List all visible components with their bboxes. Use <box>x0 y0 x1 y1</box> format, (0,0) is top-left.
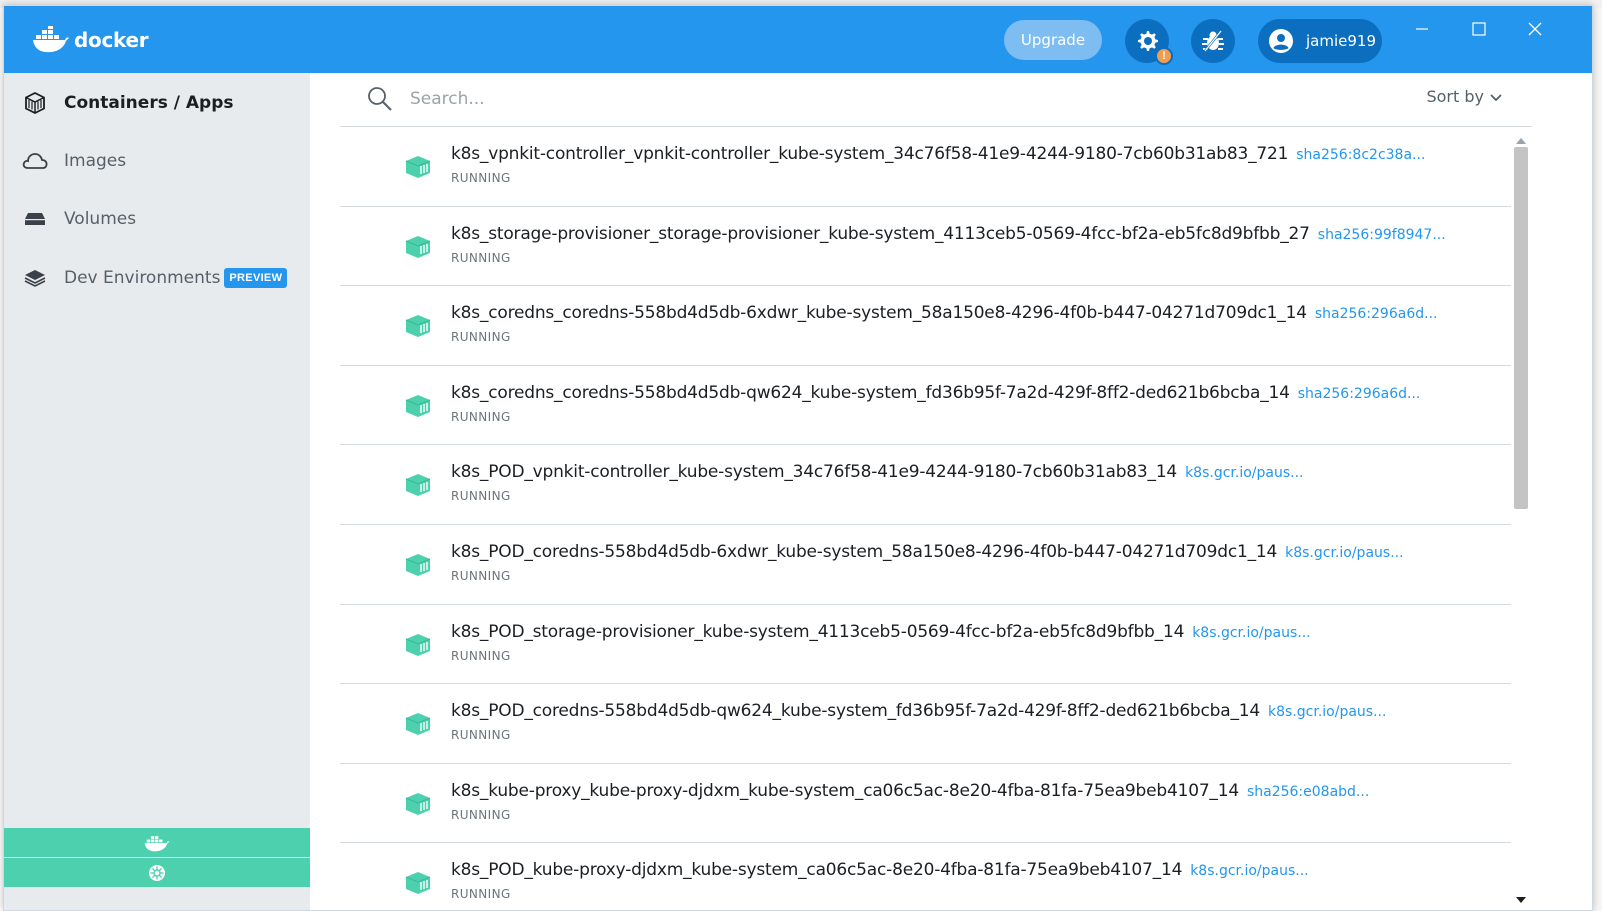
table-row[interactable]: k8s_coredns_coredns-558bd4d5db-6xdwr_kub… <box>340 286 1511 366</box>
container-name[interactable]: k8s_coredns_coredns-558bd4d5db-6xdwr_kub… <box>451 303 1307 323</box>
docker-desktop-window: docker Upgrade ! jamie919 Containers / A… <box>3 5 1593 911</box>
table-row[interactable]: k8s_POD_vpnkit-controller_kube-system_34… <box>340 445 1511 525</box>
container-name[interactable]: k8s_storage-provisioner_storage-provisio… <box>451 224 1310 244</box>
docker-logo[interactable]: docker <box>32 24 149 56</box>
container-status: RUNNING <box>451 648 511 663</box>
container-name[interactable]: k8s_POD_vpnkit-controller_kube-system_34… <box>451 462 1177 482</box>
user-avatar-icon <box>1269 29 1293 53</box>
account-button[interactable]: jamie919 <box>1258 19 1382 63</box>
table-row[interactable]: k8s_POD_storage-provisioner_kube-system_… <box>340 605 1511 685</box>
brand-name: docker <box>74 28 149 52</box>
maximize-button[interactable] <box>1464 14 1494 44</box>
table-row[interactable]: k8s_POD_coredns-558bd4d5db-qw624_kube-sy… <box>340 684 1511 764</box>
container-status: RUNNING <box>451 171 511 185</box>
container-status: RUNNING <box>451 568 511 583</box>
main-content: Sort by k8s_vpnkit-controller_vpnkit-con… <box>310 73 1592 910</box>
sidebar-item-label: Containers / Apps <box>64 93 234 113</box>
container-name[interactable]: k8s_vpnkit-controller_vpnkit-controller_… <box>451 144 1288 164</box>
container-name[interactable]: k8s_POD_kube-proxy-djdxm_kube-system_ca0… <box>451 860 1182 880</box>
container-list: k8s_vpnkit-controller_vpnkit-controller_… <box>340 127 1511 910</box>
user-name: jamie919 <box>1306 32 1376 50</box>
sidebar-item-label: Images <box>64 151 127 171</box>
container-name[interactable]: k8s_POD_storage-provisioner_kube-system_… <box>451 622 1184 642</box>
container-image-link[interactable]: sha256:99f8947... <box>1318 227 1446 243</box>
app-header: docker Upgrade ! jamie919 <box>4 6 1592 73</box>
table-row[interactable]: k8s_kube-proxy_kube-proxy-djdxm_kube-sys… <box>340 764 1511 844</box>
container-image-link[interactable]: sha256:e08abd... <box>1247 784 1369 800</box>
container-cube-icon <box>404 394 432 423</box>
sidebar-item-label: Volumes <box>64 209 137 229</box>
sidebar: Containers / Apps Images Volumes Dev Env… <box>4 73 310 910</box>
container-image-link[interactable]: k8s.gcr.io/paus... <box>1190 863 1308 879</box>
container-name[interactable]: k8s_coredns_coredns-558bd4d5db-qw624_kub… <box>451 383 1290 403</box>
container-status: RUNNING <box>451 489 511 504</box>
container-cube-icon <box>404 473 432 502</box>
chevron-down-icon <box>1490 87 1502 106</box>
containers-icon <box>22 90 48 116</box>
container-cube-icon <box>404 871 432 900</box>
container-status: RUNNING <box>451 807 511 822</box>
container-cube-icon <box>404 633 432 662</box>
upgrade-button[interactable]: Upgrade <box>1004 20 1102 60</box>
kubernetes-helm-icon <box>149 864 165 881</box>
container-image-link[interactable]: sha256:8c2c38a... <box>1296 147 1425 163</box>
close-window-button[interactable] <box>1520 14 1550 44</box>
settings-warning-badge: ! <box>1155 47 1173 65</box>
table-row[interactable]: k8s_storage-provisioner_storage-provisio… <box>340 207 1511 287</box>
sidebar-item-volumes[interactable]: Volumes <box>4 194 310 244</box>
docker-whale-icon <box>33 26 69 53</box>
scroll-down-arrow-icon[interactable] <box>1516 890 1526 908</box>
table-row[interactable]: k8s_vpnkit-controller_vpnkit-controller_… <box>340 127 1511 207</box>
search-bar: Sort by <box>340 73 1532 127</box>
container-name[interactable]: k8s_POD_coredns-558bd4d5db-qw624_kube-sy… <box>451 701 1260 721</box>
container-image-link[interactable]: k8s.gcr.io/paus... <box>1268 704 1386 720</box>
troubleshoot-button[interactable] <box>1191 19 1235 63</box>
container-image-link[interactable]: sha256:296a6d... <box>1315 306 1438 322</box>
volume-disk-icon <box>22 206 48 232</box>
sidebar-item-label: Dev Environments <box>64 268 221 288</box>
container-cube-icon <box>404 712 432 741</box>
sort-by-label: Sort by <box>1426 87 1484 106</box>
container-status: RUNNING <box>451 250 511 265</box>
container-image-link[interactable]: k8s.gcr.io/paus... <box>1185 465 1303 481</box>
settings-button[interactable]: ! <box>1125 19 1173 65</box>
sidebar-item-images[interactable]: Images <box>4 136 310 186</box>
bug-icon <box>1202 30 1224 52</box>
container-cube-icon <box>404 235 432 264</box>
container-cube-icon <box>404 553 432 582</box>
container-cube-icon <box>404 314 432 343</box>
container-image-link[interactable]: sha256:296a6d... <box>1298 386 1421 402</box>
close-icon <box>1528 22 1542 36</box>
search-input[interactable] <box>410 83 1110 115</box>
list-scrollbar[interactable] <box>1511 127 1531 910</box>
container-image-link[interactable]: k8s.gcr.io/paus... <box>1285 545 1403 561</box>
sidebar-item-containers[interactable]: Containers / Apps <box>4 78 310 128</box>
sidebar-item-dev-environments[interactable]: Dev Environments PREVIEW <box>4 253 310 303</box>
docker-whale-icon <box>144 835 170 851</box>
preview-badge: PREVIEW <box>224 268 288 288</box>
layers-icon <box>22 265 48 291</box>
container-name[interactable]: k8s_kube-proxy_kube-proxy-djdxm_kube-sys… <box>451 781 1239 801</box>
container-image-link[interactable]: k8s.gcr.io/paus... <box>1192 625 1310 641</box>
scrollbar-thumb[interactable] <box>1514 147 1528 509</box>
container-name[interactable]: k8s_POD_coredns-558bd4d5db-6xdwr_kube-sy… <box>451 542 1277 562</box>
container-status: RUNNING <box>451 728 511 743</box>
docker-engine-status[interactable] <box>4 828 310 857</box>
table-row[interactable]: k8s_POD_kube-proxy-djdxm_kube-system_ca0… <box>340 843 1511 910</box>
maximize-icon <box>1472 22 1486 36</box>
container-status: RUNNING <box>451 887 511 902</box>
table-row[interactable]: k8s_POD_coredns-558bd4d5db-6xdwr_kube-sy… <box>340 525 1511 605</box>
container-status: RUNNING <box>451 409 511 424</box>
container-cube-icon <box>404 155 432 184</box>
container-status: RUNNING <box>451 330 511 345</box>
minimize-button[interactable] <box>1407 14 1437 44</box>
container-cube-icon <box>404 792 432 821</box>
minimize-icon <box>1416 28 1428 30</box>
table-row[interactable]: k8s_coredns_coredns-558bd4d5db-qw624_kub… <box>340 366 1511 446</box>
sort-by-dropdown[interactable]: Sort by <box>1426 87 1502 106</box>
search-icon <box>366 85 394 118</box>
kubernetes-status[interactable] <box>4 858 310 887</box>
cloud-icon <box>22 148 48 174</box>
